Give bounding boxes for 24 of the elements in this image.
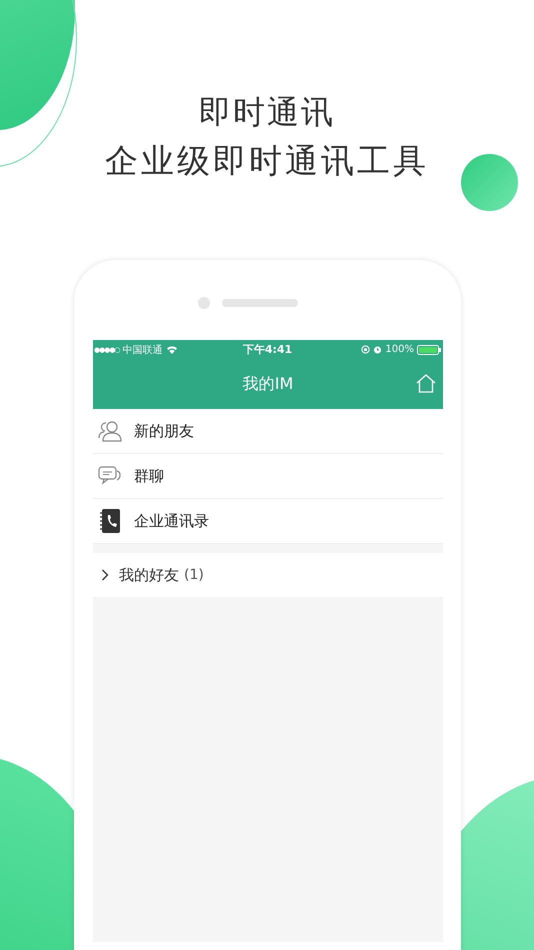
menu-item[interactable]: 群聊	[93, 454, 443, 499]
menu-label: 新的朋友	[134, 422, 194, 440]
people-icon	[98, 420, 122, 442]
battery-icon	[417, 344, 441, 354]
group-count: (1)	[184, 567, 204, 583]
lock-rotation-icon	[361, 345, 370, 354]
nav-title: 我的IM	[242, 374, 294, 394]
friend-group-row[interactable]: 我的好友 (1)	[93, 553, 443, 597]
subheadline: 企业级即时通讯工具	[105, 140, 429, 182]
camera-dot	[198, 297, 210, 309]
carrier-name: 中国联通	[122, 344, 163, 356]
alarm-icon	[373, 345, 382, 354]
battery-percent: 100%	[385, 344, 414, 355]
home-icon[interactable]	[416, 374, 436, 393]
menu-label: 企业通讯录	[134, 512, 209, 530]
menu-label: 群聊	[134, 466, 164, 486]
chat-bubbles-icon	[98, 466, 122, 486]
phone-book-icon	[98, 509, 122, 533]
menu-item[interactable]: 新的朋友	[93, 409, 443, 454]
wifi-icon	[166, 345, 178, 354]
status-time: 下午4:41	[242, 342, 292, 357]
headline: 即时通讯	[199, 92, 335, 133]
menu-item[interactable]: 企业通讯录	[93, 499, 443, 544]
group-label: 我的好友	[119, 566, 179, 584]
